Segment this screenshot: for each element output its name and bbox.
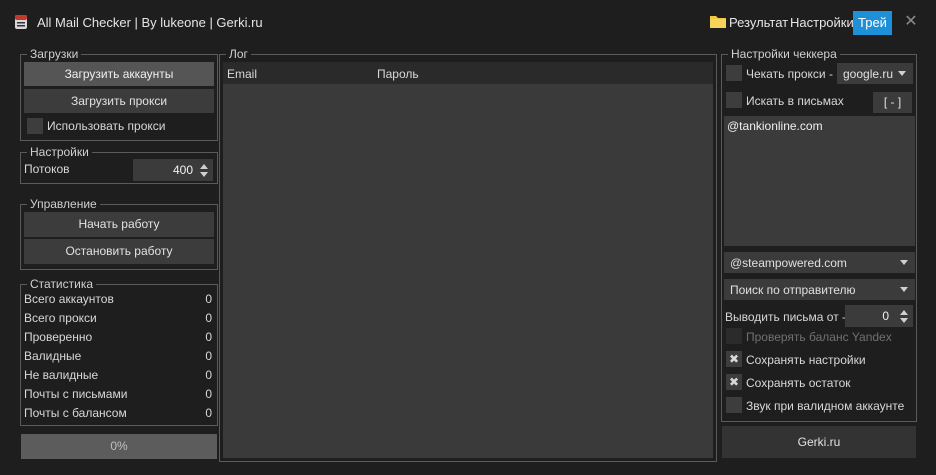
check-proxy-checkbox[interactable]: [726, 65, 742, 81]
stat-row: Проверенно 0: [24, 330, 212, 344]
save-rest-label: Сохранять остаток: [746, 376, 851, 390]
folder-icon[interactable]: [710, 14, 726, 28]
log-legend: Лог: [229, 47, 248, 61]
stats-legend: Статистика: [30, 277, 94, 291]
chevron-down-icon: [900, 260, 908, 265]
spin-up-icon[interactable]: [200, 164, 208, 169]
progress-bar: 0%: [21, 434, 217, 459]
settings-legend: Настройки: [30, 145, 89, 159]
stat-row: Всего аккаунтов 0: [24, 292, 212, 306]
save-rest-checkbox[interactable]: ✖: [726, 374, 742, 390]
save-settings-checkbox[interactable]: ✖: [726, 351, 742, 367]
threads-label: Потоков: [24, 162, 70, 176]
stat-row: Всего прокси 0: [24, 311, 212, 325]
use-proxy-checkbox[interactable]: [27, 118, 43, 134]
start-button[interactable]: Начать работу: [24, 212, 214, 237]
stat-row: Почты с балансом 0: [24, 406, 212, 420]
control-legend: Управление: [30, 197, 97, 211]
settings-link[interactable]: Настройки: [790, 15, 854, 30]
search-mode-value: Поиск по отправителю: [730, 283, 856, 297]
uploads-legend: Загрузки: [30, 47, 79, 61]
checkmark-icon: ✖: [728, 375, 740, 389]
stat-row: Валидные 0: [24, 349, 212, 363]
stat-row: Не валидные 0: [24, 368, 212, 382]
log-column-email[interactable]: Email: [227, 67, 257, 81]
spin-down-icon[interactable]: [900, 318, 908, 323]
spin-up-icon[interactable]: [900, 310, 908, 315]
collapse-button[interactable]: [ - ]: [873, 92, 912, 113]
output-from-spinbox[interactable]: 0: [845, 305, 913, 327]
domain-select[interactable]: @steampowered.com: [724, 252, 915, 273]
threads-spinbox[interactable]: 400: [133, 159, 213, 181]
chevron-down-icon: [900, 287, 908, 292]
proxy-site-select[interactable]: google.ru: [837, 63, 913, 84]
stop-button[interactable]: Остановить работу: [24, 239, 214, 264]
yandex-balance-checkbox: [726, 328, 742, 344]
gerki-link-button[interactable]: Gerki.ru: [722, 426, 916, 458]
spin-down-icon[interactable]: [200, 172, 208, 177]
output-from-value: 0: [882, 309, 889, 323]
app-icon: [15, 15, 27, 29]
save-settings-label: Сохранять настройки: [746, 353, 866, 367]
proxy-site-value: google.ru: [843, 67, 894, 81]
log-column-password[interactable]: Пароль: [377, 67, 419, 81]
yandex-balance-label: Проверять баланс Yandex: [746, 330, 892, 344]
load-proxy-button[interactable]: Загрузить прокси: [24, 89, 214, 113]
sound-label: Звук при валидном аккаунте: [746, 399, 905, 413]
search-in-mail-label: Искать в письмах: [746, 94, 844, 108]
window-title: All Mail Checker | By lukeone | Gerki.ru: [37, 15, 263, 30]
threads-value: 400: [172, 163, 193, 177]
title-bar: All Mail Checker | By lukeone | Gerki.ru…: [0, 0, 936, 44]
result-link[interactable]: Результат: [729, 15, 788, 30]
use-proxy-label: Использовать прокси: [47, 119, 166, 133]
tray-button[interactable]: Трей: [853, 11, 892, 35]
log-table-body[interactable]: [223, 84, 713, 458]
search-mode-select[interactable]: Поиск по отправителю: [724, 279, 915, 300]
search-in-mail-checkbox[interactable]: [726, 92, 742, 108]
close-icon[interactable]: ✕: [902, 12, 920, 32]
checker-legend: Настройки чеккера: [731, 47, 837, 61]
checkmark-icon: ✖: [728, 352, 740, 366]
log-table-header: Email Пароль: [223, 62, 713, 84]
search-text-area[interactable]: @tankionline.com: [724, 116, 915, 246]
domain-value: @steampowered.com: [730, 256, 847, 270]
progress-label: 0%: [110, 439, 128, 453]
sound-checkbox[interactable]: [726, 397, 742, 413]
stat-row: Почты с письмами 0: [24, 387, 212, 401]
check-proxy-label: Чекать прокси -: [746, 67, 833, 81]
output-from-label: Выводить письма от -: [725, 310, 847, 324]
load-accounts-button[interactable]: Загрузить аккаунты: [24, 62, 214, 86]
chevron-down-icon: [898, 71, 906, 76]
